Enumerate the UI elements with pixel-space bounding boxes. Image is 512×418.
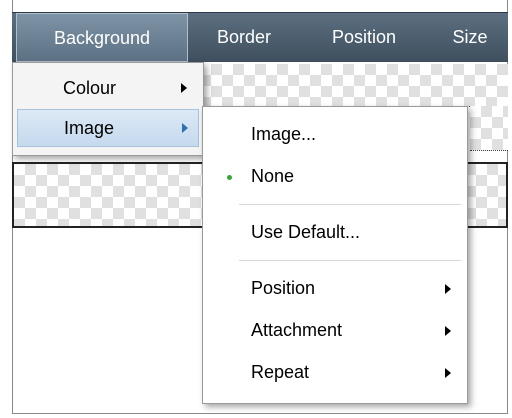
menu-background[interactable]: Background: [16, 13, 188, 62]
menu-item-label: Image...: [251, 124, 317, 144]
transparency-preview-strip-2: [470, 106, 508, 151]
submenu-arrow-icon: [445, 368, 451, 378]
menu-item-label: Repeat: [251, 362, 310, 382]
submenu-arrow-icon: [181, 83, 187, 93]
submenu-arrow-icon: [182, 123, 188, 133]
transparency-preview-strip: [200, 64, 508, 107]
menu-item-label: Colour: [63, 78, 117, 98]
submenu-arrow-icon: [445, 326, 451, 336]
menu-item-none[interactable]: None: [203, 159, 467, 195]
menu-item-label: Image: [64, 118, 115, 138]
menu-item-repeat[interactable]: Repeat: [203, 355, 467, 391]
menu-item-position[interactable]: Position: [203, 271, 467, 307]
menubar: Background Border Position Size: [12, 12, 508, 62]
menu-item-image[interactable]: Image: [17, 109, 199, 147]
menu-border[interactable]: Border: [198, 13, 290, 62]
submenu-arrow-icon: [445, 284, 451, 294]
menu-item-label: None: [251, 166, 295, 186]
menu-separator: [239, 204, 461, 205]
menu-item-use-default[interactable]: Use Default...: [203, 214, 467, 250]
menu-position[interactable]: Position: [308, 13, 420, 62]
selected-bullet-icon: [227, 175, 232, 180]
menu-item-colour[interactable]: Colour: [13, 69, 203, 107]
image-submenu: Image... None Use Default... Position At…: [202, 106, 468, 404]
menu-separator: [239, 260, 461, 261]
background-dropdown: Colour Image: [12, 62, 204, 156]
menu-item-label: Attachment: [251, 320, 343, 340]
menu-item-label: Position: [251, 278, 316, 298]
menu-item-attachment[interactable]: Attachment: [203, 313, 467, 349]
menu-item-image-browse[interactable]: Image...: [203, 117, 467, 153]
menu-size[interactable]: Size: [440, 13, 500, 62]
menu-item-label: Use Default...: [251, 222, 361, 242]
